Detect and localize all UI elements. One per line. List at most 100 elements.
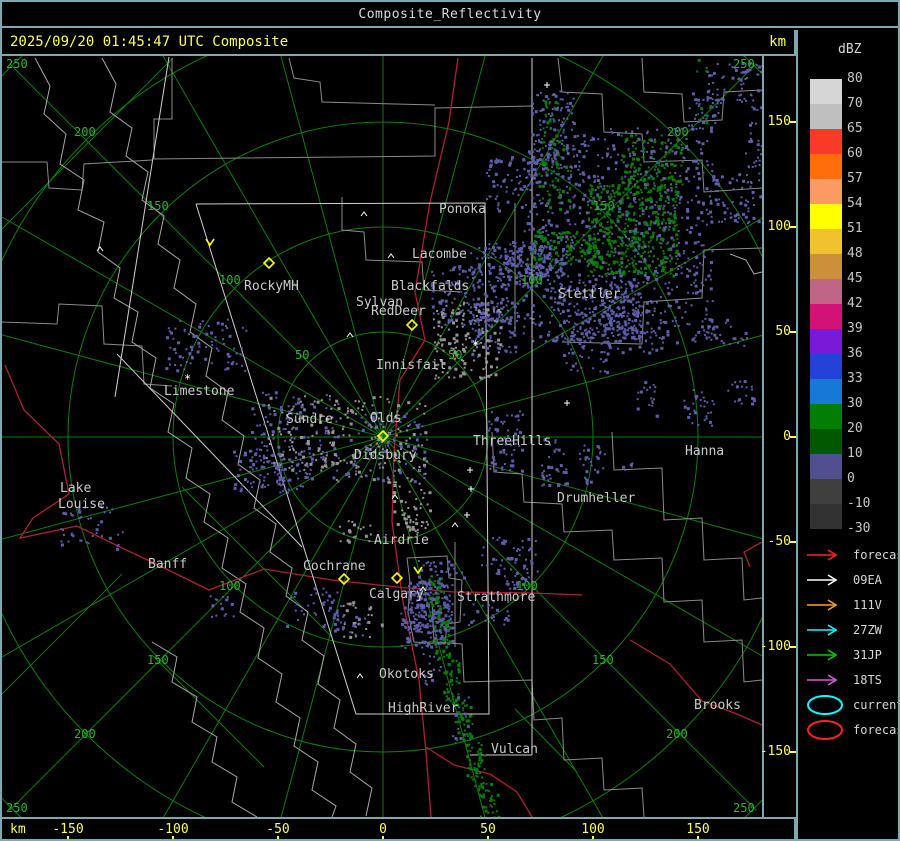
bottom-axis-tick-label: -50 (266, 822, 290, 837)
dbz-scale-label: 0 (847, 471, 855, 486)
31JP-arrow-icon (807, 649, 838, 661)
dbz-scale-label: 57 (847, 171, 863, 186)
legend-arrow-row: forecast (804, 544, 898, 566)
city-label-banff: Banff (148, 557, 187, 572)
city-label-hanna: Hanna (685, 444, 724, 459)
caret-marker-icon (360, 211, 368, 217)
ring-distance-label: 200 (666, 727, 688, 741)
legend-ellipse-row: current (804, 694, 898, 716)
precip-cluster (165, 318, 248, 373)
dbz-scale-label: 36 (847, 346, 863, 361)
city-label-strathmore: Strathmore (457, 590, 535, 605)
city-label-lacombe: Lacombe (412, 247, 467, 262)
plus-marker-icon (464, 512, 470, 518)
city-label-blackfalds: Blackfalds (391, 279, 469, 294)
bottom-axis-tick (67, 836, 69, 839)
precip-cluster (466, 742, 486, 788)
city-label-airdrie: Airdrie (374, 533, 429, 548)
city-label-louise: Louise (58, 497, 105, 512)
bottom-axis-unit-label: km (10, 822, 26, 837)
27ZW-arrow-icon (807, 624, 838, 636)
precip-cluster (209, 595, 235, 618)
window-title: Composite_Reflectivity (358, 6, 542, 22)
precip-cluster (712, 172, 762, 225)
precip-cluster (683, 389, 715, 427)
dbz-scale-label: 20 (847, 421, 863, 436)
bottom-distance-axis: km -150 -100 -50 0 50 100 150 (2, 817, 796, 839)
city-label-lake: Lake (60, 481, 91, 496)
precip-cluster (538, 141, 572, 211)
dbz-scale-block-80 (810, 79, 842, 104)
dbz-scale-block-30 (810, 404, 842, 429)
dbz-scale-label: 10 (847, 446, 863, 461)
18TS-arrow-icon (807, 674, 838, 686)
ring-distance-label: 200 (667, 125, 689, 139)
radar-map-canvas: 250 200 150 100 50 50 100 150 200 250 100 150 200 250… (2, 56, 762, 817)
range-spoke (9, 63, 384, 438)
dbz-scale-block-57 (810, 179, 842, 204)
ring-distance-label: 250 (733, 57, 755, 71)
right-axis-tick-label: 100 (767, 219, 791, 234)
bottom-axis-tick (592, 836, 594, 839)
right-axis-tick-label: 150 (767, 114, 791, 129)
forecast-ellipse-icon (807, 720, 843, 740)
dbz-scale-label: 33 (847, 371, 863, 386)
right-axis-tick-label: -150 (759, 744, 791, 759)
forecast-arrow-icon (807, 549, 838, 561)
legend-label: 09EA (853, 573, 882, 587)
legend-arrow-row: 31JP (804, 644, 898, 666)
highway-road (743, 541, 762, 568)
city-label-didsbury: Didsbury (354, 448, 417, 463)
precip-cluster (745, 121, 762, 169)
info-bar: 2025/09/20 01:45:47 UTC Composite km (2, 30, 796, 56)
ring-distance-label: 100 (521, 273, 543, 287)
precip-cluster (286, 587, 339, 628)
city-label-ponoka: Ponoka (439, 202, 486, 217)
bottom-axis-tick-label: 150 (686, 822, 710, 837)
dbz-scale-block-51 (810, 229, 842, 254)
dbz-scale-label: 42 (847, 296, 863, 311)
legend-arrow-row: 111V (804, 594, 898, 616)
precip-cluster (342, 601, 384, 639)
city-label-okotoks: Okotoks (379, 667, 434, 682)
precip-cluster (620, 134, 685, 195)
ring-distance-label: 150 (593, 199, 615, 213)
ring-distance-label: 200 (74, 125, 96, 139)
radar-coverage-box (116, 353, 303, 548)
star-marker-icon: * (472, 338, 479, 352)
precip-cluster (696, 58, 708, 73)
ring-distance-label: 100 (219, 579, 241, 593)
ring-distance-label: 100 (219, 273, 241, 287)
precip-cluster (701, 318, 749, 347)
legend-arrow-row: 27ZW (804, 619, 898, 641)
right-axis-unit-label: km (769, 34, 786, 50)
radar-app-window: Composite_Reflectivity 2025/09/20 01:45:… (0, 0, 900, 841)
dbz-scale-block-70 (810, 104, 842, 129)
ring-distance-label: 150 (147, 653, 169, 667)
dbz-scale-label: 70 (847, 96, 863, 111)
precip-cluster (481, 536, 537, 572)
park-boundary (151, 641, 258, 817)
dbz-scale-block-20 (810, 429, 842, 454)
current-ellipse-icon (807, 695, 843, 715)
dbz-scale-label: -30 (847, 521, 871, 536)
dbz-scale-block-42 (810, 304, 842, 329)
dbz-scale-label: 54 (847, 196, 863, 211)
dbz-scale-block-45 (810, 279, 842, 304)
city-label-sundre: Sundre (286, 412, 333, 427)
county-boundary (661, 557, 762, 683)
range-spoke (382, 436, 762, 657)
dbz-scale-block-65 (810, 129, 842, 154)
right-distance-axis: 150 100 50 0 -50 -100 -150 (759, 56, 796, 817)
dbz-colorscale-panel: dBZ 80 70 65 60 57 54 51 48 45 42 39 36 33 30 20 10 0 -10… (796, 30, 898, 839)
bottom-axis-tick-label: 50 (480, 822, 496, 837)
city-label-calgary: Calgary (369, 587, 424, 602)
dbz-scale-block-36 (810, 354, 842, 379)
dbz-scale-label: 60 (847, 146, 863, 161)
city-label-stettler: Stettler (558, 287, 621, 302)
dbz-scale-block-33 (810, 379, 842, 404)
bottom-axis-tick (172, 836, 174, 839)
city-label-highriver: HighRiver (388, 701, 459, 716)
bottom-axis-tick-label: -150 (52, 822, 84, 837)
ring-distance-label: 250 (6, 57, 28, 71)
